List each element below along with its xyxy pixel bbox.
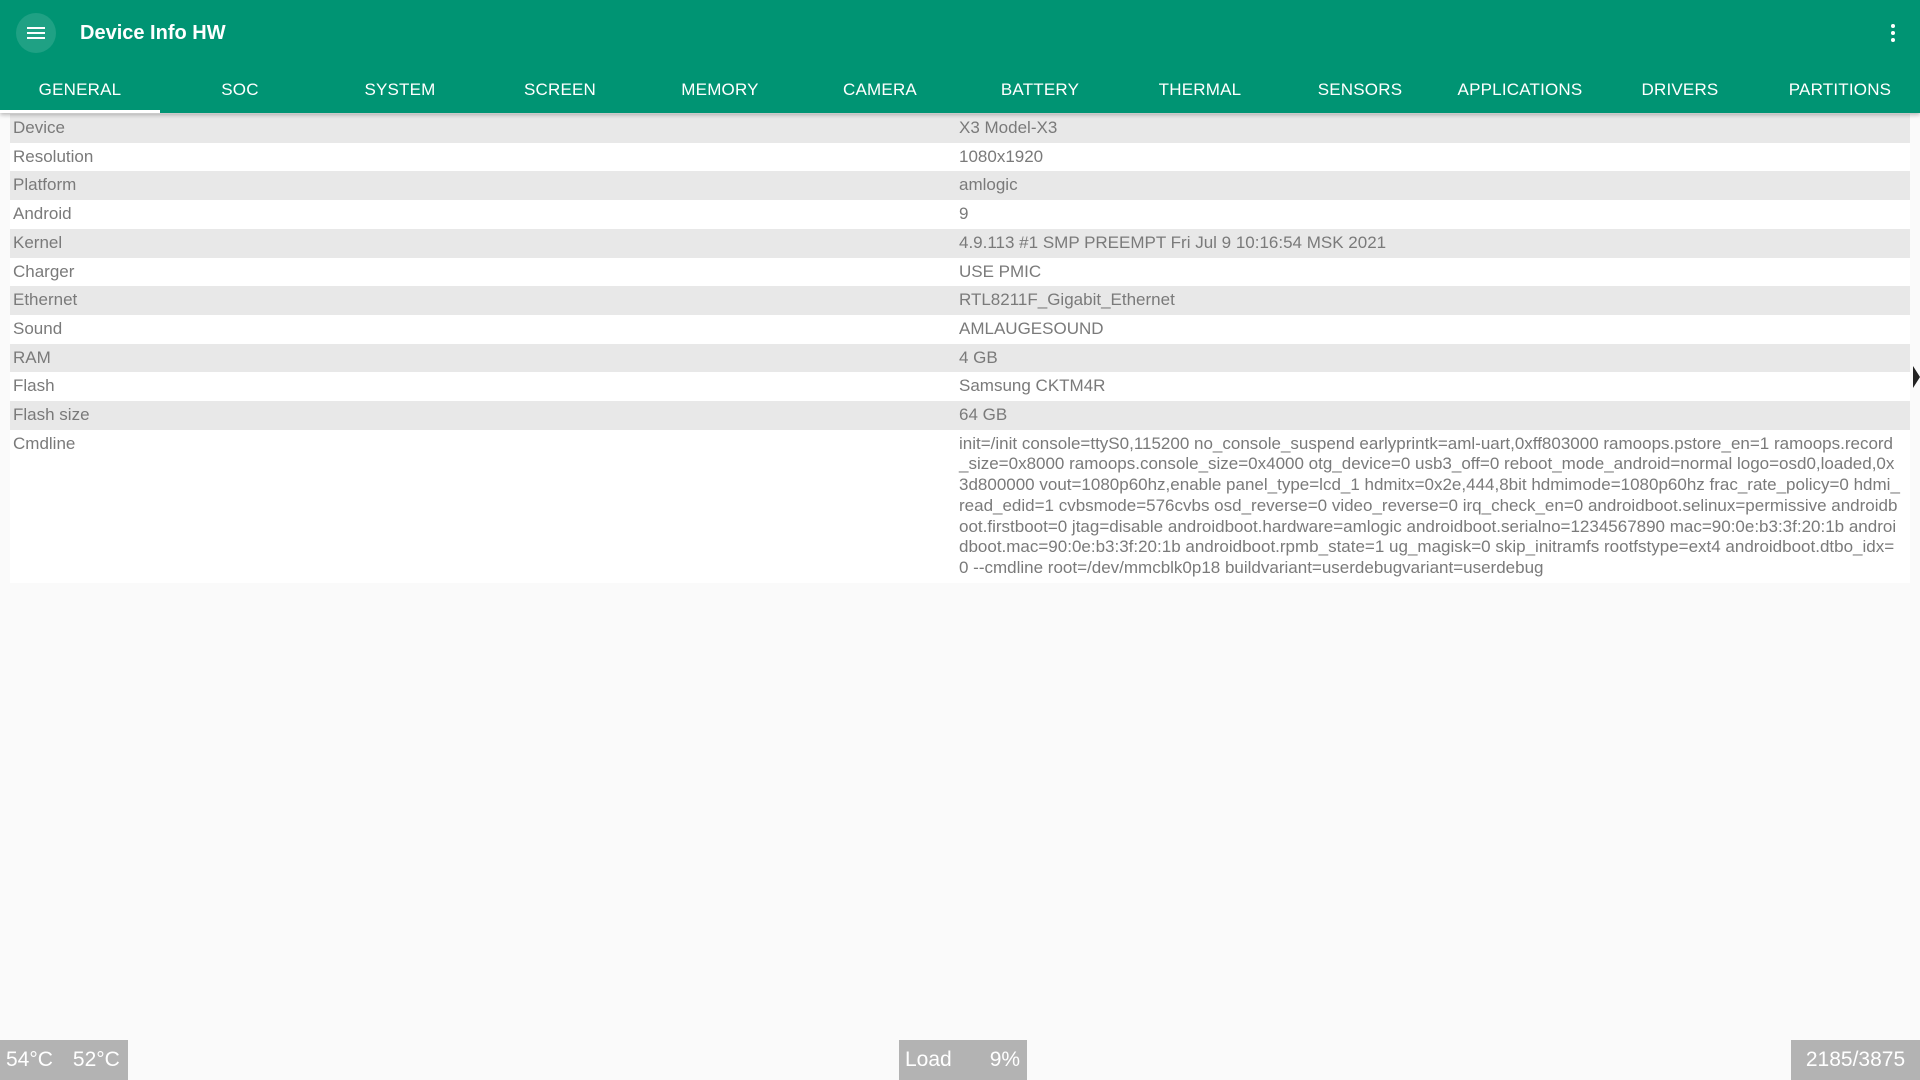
tab-memory[interactable]: MEMORY: [640, 66, 800, 113]
info-row-cmdline: Cmdline init=/init console=ttyS0,115200 …: [10, 429, 1910, 583]
info-row-ethernet: Ethernet RTL8211F_Gigabit_Ethernet: [10, 286, 1910, 315]
info-row-flash-size: Flash size 64 GB: [10, 401, 1910, 430]
info-row-flash: Flash Samsung CKTM4R: [10, 372, 1910, 402]
tab-partitions[interactable]: PARTITIONS: [1760, 66, 1920, 113]
row-value: amlogic: [959, 175, 1018, 195]
row-key: Flash size: [13, 405, 90, 425]
row-value: AMLAUGESOUND: [959, 318, 1104, 338]
app-bar: Device Info HW GENERAL SOC SYSTEM SCREEN…: [0, 0, 1920, 113]
info-row-sound: Sound AMLAUGESOUND: [10, 314, 1910, 344]
tab-bar: GENERAL SOC SYSTEM SCREEN MEMORY CAMERA …: [0, 66, 1920, 113]
tab-sensors[interactable]: SENSORS: [1280, 66, 1440, 113]
info-row-ram: RAM 4 GB: [10, 343, 1910, 373]
load-label: Load: [905, 1048, 952, 1071]
row-key: Kernel: [13, 232, 63, 252]
info-row-charger: Charger USE PMIC: [10, 257, 1910, 287]
row-key: Ethernet: [13, 290, 78, 310]
row-key: Cmdline: [13, 433, 76, 453]
row-key: Charger: [13, 261, 75, 281]
memory-usage: 2185/3875: [1805, 1048, 1906, 1071]
more-vert-icon[interactable]: [1878, 18, 1908, 48]
app-title: Device Info HW: [80, 22, 226, 44]
tab-general[interactable]: GENERAL: [0, 66, 160, 113]
tab-camera[interactable]: CAMERA: [800, 66, 960, 113]
info-row-device: Device X3 Model-X3: [10, 114, 1910, 143]
row-value: USE PMIC: [959, 261, 1042, 281]
info-row-kernel: Kernel 4.9.113 #1 SMP PREEMPT Fri Jul 9 …: [10, 228, 1910, 258]
load-value: 9%: [989, 1048, 1021, 1071]
row-key: Flash: [13, 376, 55, 396]
row-key: RAM: [13, 347, 51, 367]
row-value: 4.9.113 #1 SMP PREEMPT Fri Jul 9 10:16:5…: [959, 232, 1387, 252]
row-value: 1080x1920: [959, 146, 1044, 166]
tab-applications[interactable]: APPLICATIONS: [1440, 66, 1600, 113]
tab-thermal[interactable]: THERMAL: [1120, 66, 1280, 113]
row-value: 4 GB: [959, 347, 998, 367]
info-row-platform: Platform amlogic: [10, 171, 1910, 201]
cpu-temperature: 54°C: [6, 1048, 53, 1071]
temperature-badge: 54°C 52°C: [0, 1040, 128, 1080]
tab-soc[interactable]: SOC: [160, 66, 320, 113]
row-key: Platform: [13, 175, 77, 195]
mouse-cursor-icon: [1913, 366, 1920, 388]
second-temperature: 52°C: [72, 1048, 120, 1071]
tab-system[interactable]: SYSTEM: [320, 66, 480, 113]
tab-drivers[interactable]: DRIVERS: [1600, 66, 1760, 113]
row-value: Samsung CKTM4R: [959, 376, 1106, 396]
hamburger-menu-icon[interactable]: [16, 13, 56, 53]
row-value: init=/init console=ttyS0,115200 no_conso…: [959, 433, 1900, 577]
tab-battery[interactable]: BATTERY: [960, 66, 1120, 113]
row-value: 9: [959, 204, 969, 224]
row-key: Sound: [13, 318, 63, 338]
memory-badge: 2185/3875: [1791, 1040, 1920, 1080]
row-value: RTL8211F_Gigabit_Ethernet: [959, 290, 1175, 310]
tab-screen[interactable]: SCREEN: [480, 66, 640, 113]
row-key: Resolution: [13, 146, 94, 166]
device-info-table: Device X3 Model-X3 Resolution 1080x1920 …: [10, 114, 1910, 583]
row-value: X3 Model-X3: [959, 118, 1058, 137]
load-badge: Load 9%: [899, 1040, 1027, 1080]
row-key: Device: [13, 118, 65, 137]
row-value: 64 GB: [959, 405, 1008, 425]
info-row-resolution: Resolution 1080x1920: [10, 142, 1910, 172]
info-row-android: Android 9: [10, 200, 1910, 229]
row-key: Android: [13, 204, 72, 224]
